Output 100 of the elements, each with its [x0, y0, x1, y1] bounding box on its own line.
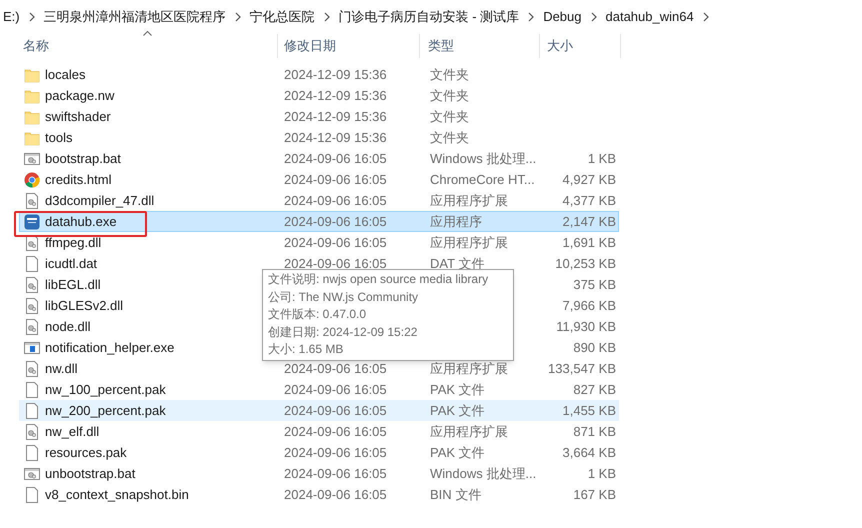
- modified-date: 2024-09-06 16:05: [284, 150, 387, 166]
- modified-date: 2024-09-06 16:05: [284, 444, 387, 460]
- file-size: 167 KB: [573, 486, 616, 502]
- file-type: 文件夹: [430, 88, 469, 103]
- file-size: 871 KB: [573, 424, 616, 439]
- file-size: 1,691 KB: [562, 234, 616, 250]
- file-name: swiftshader: [45, 108, 111, 126]
- file-name: libEGL.dll: [45, 276, 101, 294]
- file-row[interactable]: datahub.exe 2024-09-06 16:05 应用程序 2,147 KB: [19, 211, 619, 232]
- chevron-icon[interactable]: [28, 12, 35, 22]
- file-type: PAK 文件: [430, 444, 485, 460]
- file-name: d3dcompiler_47.dll: [45, 192, 154, 210]
- column-header[interactable]: 修改日期: [284, 36, 336, 56]
- file-type: BIN 文件: [430, 486, 482, 502]
- file-size: 4,927 KB: [562, 172, 616, 187]
- file-row[interactable]: nw_200_percent.pak 2024-09-06 16:05 PAK 文件 1,455 KB: [19, 400, 619, 421]
- modified-date: 2024-09-06 16:05: [284, 234, 387, 250]
- blank-file-icon: [24, 402, 40, 418]
- chevron-icon[interactable]: [528, 12, 534, 22]
- modified-date: 2024-09-06 16:05: [284, 214, 387, 229]
- browser-icon: [24, 172, 40, 188]
- chevron-icon[interactable]: [324, 12, 330, 22]
- file-size: 133,547 KB: [548, 360, 616, 376]
- file-name: datahub.exe: [45, 212, 117, 231]
- file-size: 1 KB: [588, 466, 616, 481]
- blank-file-icon: [24, 382, 40, 398]
- file-size: 827 KB: [573, 382, 616, 397]
- file-size: 2,147 KB: [562, 214, 616, 229]
- chevron-icon[interactable]: [590, 12, 596, 22]
- app-icon: [24, 214, 40, 230]
- gear-file-icon: [24, 276, 40, 292]
- file-name: tools: [45, 128, 72, 147]
- modified-date: 2024-09-06 16:05: [284, 424, 387, 439]
- gear-file-icon: [24, 318, 40, 334]
- modified-date: 2024-09-06 16:05: [284, 402, 387, 418]
- breadcrumb-item[interactable]: 三明泉州漳州福清地区医院程序: [44, 7, 226, 27]
- folder-icon: [24, 108, 40, 124]
- file-name: v8_context_snapshot.bin: [45, 486, 189, 504]
- file-size: 4,377 KB: [562, 192, 616, 208]
- file-type: Windows 批处理...: [430, 466, 536, 481]
- tooltip-line: 文件版本: 0.47.0.0: [268, 306, 368, 323]
- breadcrumb-item[interactable]: 宁化总医院: [250, 7, 315, 27]
- modified-date: 2024-09-06 16:05: [284, 382, 387, 397]
- file-type: 文件夹: [430, 130, 469, 145]
- file-name: nw_elf.dll: [45, 422, 100, 441]
- file-size: 1,455 KB: [562, 402, 616, 418]
- file-size: 890 KB: [573, 340, 616, 355]
- file-type: 文件夹: [430, 108, 469, 124]
- sort-caret-icon: [143, 31, 152, 36]
- file-type: 应用程序扩展: [430, 234, 508, 250]
- file-size: 11,930 KB: [556, 318, 616, 334]
- gear-file-icon: [24, 150, 40, 166]
- folder-icon: [24, 66, 40, 82]
- blank-file-icon: [24, 486, 40, 502]
- file-type: 应用程序扩展: [430, 424, 508, 439]
- file-size: 10,253 KB: [555, 256, 616, 271]
- modified-date: 2024-12-09 15:36: [284, 88, 387, 103]
- tooltip-line: 公司: The NW.js Community: [268, 288, 420, 306]
- file-name: locales: [45, 66, 86, 84]
- breadcrumb-item[interactable]: Debug: [543, 7, 582, 27]
- tooltip-line: 文件说明: nwjs open source media library: [268, 271, 490, 288]
- file-size: 7,966 KB: [562, 298, 616, 313]
- file-name: nw_100_percent.pak: [45, 380, 166, 399]
- breadcrumb-item[interactable]: datahub_win64: [606, 7, 694, 27]
- tooltip-line: 大小: 1.65 MB: [268, 341, 344, 358]
- modified-date: 2024-09-06 16:05: [284, 466, 387, 481]
- blank-file-icon: [24, 256, 40, 272]
- file-name: package.nw: [45, 86, 114, 105]
- breadcrumb-item[interactable]: 门诊电子病历自动安装 - 测试库: [338, 7, 520, 27]
- file-name: ffmpeg.dll: [45, 234, 102, 252]
- gear-file-icon: [24, 360, 40, 376]
- file-name: nw_200_percent.pak: [45, 402, 166, 420]
- tooltip-line: 创建日期: 2024-12-09 15:22: [268, 324, 418, 340]
- modified-date: 2024-12-09 15:36: [284, 130, 387, 145]
- breadcrumb-item[interactable]: E:): [3, 7, 20, 27]
- file-name: credits.html: [45, 170, 112, 189]
- chevron-icon[interactable]: [234, 12, 241, 22]
- column-header[interactable]: 大小: [547, 36, 573, 56]
- modified-date: 2024-09-06 16:05: [284, 172, 387, 187]
- file-name: libGLESv2.dll: [45, 296, 124, 315]
- gear-file-icon: [24, 424, 40, 440]
- column-header[interactable]: 类型: [428, 36, 454, 56]
- column-header[interactable]: 名称: [23, 36, 49, 56]
- file-type: ChromeCore HT...: [430, 172, 535, 187]
- folder-icon: [24, 88, 40, 104]
- file-type: PAK 文件: [430, 402, 485, 418]
- file-size: 1 KB: [588, 150, 616, 166]
- chevron-icon[interactable]: [702, 12, 709, 22]
- file-type: Windows 批处理...: [430, 150, 536, 166]
- window-file-icon: [24, 340, 40, 356]
- gear-file-icon: [24, 192, 40, 208]
- modified-date: 2024-09-06 16:05: [284, 486, 387, 502]
- file-name: bootstrap.bat: [45, 150, 121, 168]
- file-type: 应用程序扩展: [430, 192, 508, 208]
- modified-date: 2024-12-09 15:36: [284, 108, 387, 124]
- file-name: node.dll: [45, 318, 91, 336]
- blank-file-icon: [24, 444, 40, 460]
- file-type: PAK 文件: [430, 382, 485, 397]
- modified-date: 2024-09-06 16:05: [284, 256, 387, 271]
- file-name: icudtl.dat: [45, 254, 98, 273]
